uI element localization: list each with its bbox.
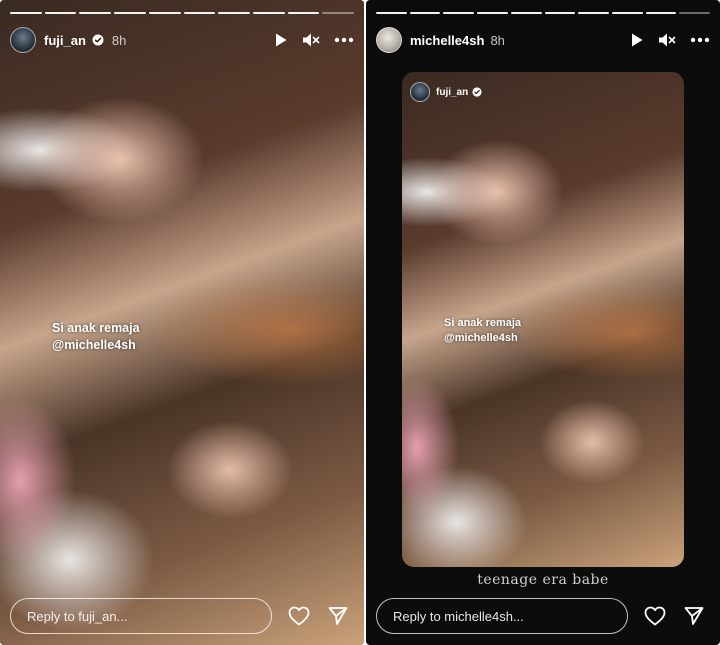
progress-segment (578, 12, 609, 14)
reply-input[interactable] (376, 598, 628, 634)
progress-segment (287, 12, 320, 14)
story-viewer-right[interactable]: michelle4sh 8h fuji_an Si anak remaja @m… (366, 0, 720, 645)
progress-segment (611, 12, 643, 14)
avatar (410, 82, 430, 102)
mute-icon[interactable] (302, 32, 320, 48)
progress-segment (645, 12, 677, 14)
play-icon[interactable] (630, 32, 644, 48)
shared-story-author[interactable]: fuji_an (410, 82, 482, 102)
send-icon[interactable] (684, 606, 704, 626)
progress-segment (376, 12, 407, 14)
progress-segment (183, 12, 216, 14)
story-header: fuji_an 8h (10, 26, 354, 54)
more-icon[interactable] (690, 37, 710, 43)
progress-segment (510, 12, 542, 14)
heart-icon[interactable] (644, 606, 666, 626)
progress-segment (477, 12, 508, 14)
mention-link[interactable]: @michelle4sh (52, 337, 140, 354)
mention-link[interactable]: @michelle4sh (444, 331, 521, 346)
username: fuji_an (436, 86, 469, 98)
play-icon[interactable] (274, 32, 288, 48)
story-progress-bar (10, 12, 355, 14)
story-viewer-left[interactable]: fuji_an 8h Si anak remaja @michelle4sh (0, 0, 364, 645)
progress-segment (148, 12, 181, 14)
mute-icon[interactable] (658, 32, 676, 48)
avatar[interactable] (10, 27, 36, 53)
story-caption: Si anak remaja @michelle4sh (52, 320, 140, 354)
avatar[interactable] (376, 27, 402, 53)
shared-story-caption: Si anak remaja @michelle4sh (444, 316, 521, 346)
progress-segment (443, 12, 475, 14)
caption-text: Si anak remaja (52, 321, 140, 335)
progress-segment (544, 12, 576, 14)
story-header: michelle4sh 8h (376, 26, 710, 54)
progress-segment (10, 12, 42, 14)
reply-bar (10, 597, 354, 635)
progress-segment (114, 12, 146, 14)
send-icon[interactable] (328, 606, 348, 626)
username[interactable]: fuji_an (44, 33, 86, 48)
reply-input[interactable] (10, 598, 272, 634)
progress-segment (322, 12, 355, 14)
caption-text: Si anak remaja (444, 317, 522, 329)
verified-badge-icon (92, 34, 104, 46)
story-progress-bar (376, 12, 711, 14)
username[interactable]: michelle4sh (410, 33, 484, 48)
progress-segment (44, 12, 77, 14)
reply-bar (376, 597, 710, 635)
post-time: 8h (111, 32, 127, 48)
progress-segment (409, 12, 441, 14)
heart-icon[interactable] (288, 606, 310, 626)
story-text-overlay: teenage era babe (477, 572, 609, 588)
verified-badge-icon (472, 87, 482, 97)
progress-segment (679, 12, 711, 14)
progress-segment (218, 12, 250, 14)
progress-segment (79, 12, 112, 14)
post-time: 8h (490, 32, 505, 48)
more-icon[interactable] (334, 37, 354, 43)
progress-segment (252, 12, 285, 14)
